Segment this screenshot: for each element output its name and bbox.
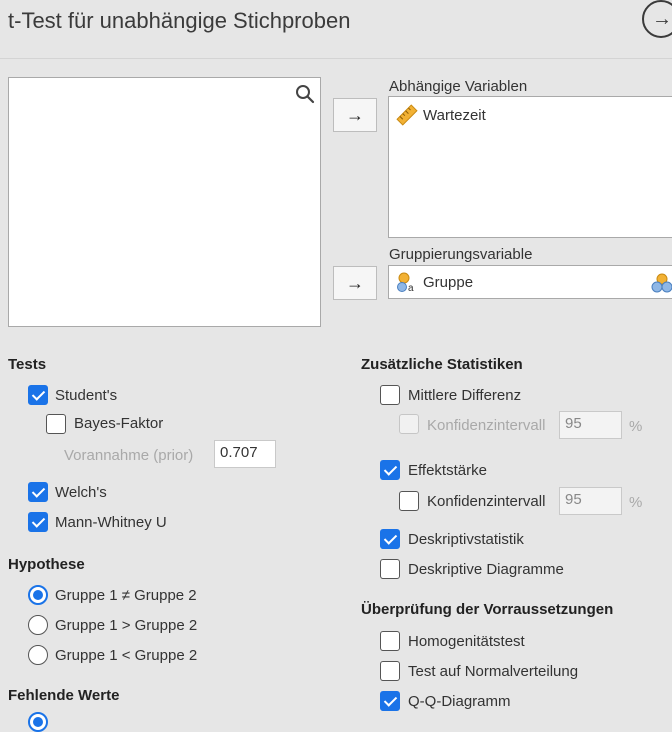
search-icon[interactable] [295,84,315,104]
move-to-grouping-button[interactable]: → [333,266,377,300]
ci-effect-size-unit: % [629,494,643,511]
ci-effect-size-checkbox[interactable] [399,491,419,511]
prior-label: Vorannahme (prior) [64,447,194,464]
arrow-right-icon: → [346,272,364,293]
header-divider [0,58,672,59]
ci-mean-diff-label: Konfidenzintervall [427,417,546,434]
hypothesis-label-lt: Gruppe 1 < Gruppe 2 [55,647,198,664]
mann-whitney-label: Mann-Whitney U [55,514,167,531]
dependent-variables-label: Abhängige Variablen [389,78,528,95]
hypothesis-radio-gt[interactable] [28,615,48,635]
dependent-variables-list[interactable]: Wartezeit [388,96,672,238]
hypothesis-radio-lt[interactable] [28,645,48,665]
welch-label: Welch's [55,484,107,501]
svg-text:a: a [408,283,414,293]
assumptions-heading: Überprüfung der Vorraussetzungen [361,601,614,618]
hypothesis-heading: Hypothese [8,556,85,573]
welch-checkbox[interactable] [28,482,48,502]
normality-label: Test auf Normalverteilung [408,663,579,680]
descriptives-label: Deskriptivstatistik [408,531,524,548]
hypothesis-label-neq: Gruppe 1 ≠ Gruppe 2 [55,587,197,604]
missing-values-radio[interactable] [28,712,48,732]
mann-whitney-checkbox[interactable] [28,512,48,532]
tests-heading: Tests [8,356,47,373]
hypothesis-label-gt: Gruppe 1 > Gruppe 2 [55,617,198,634]
ci-mean-diff-unit: % [629,418,643,435]
ci-mean-diff-input[interactable]: 95 [559,411,622,439]
nominal-variable-icon: a [397,272,414,293]
homogeneity-checkbox[interactable] [380,631,400,651]
ci-effect-size-input[interactable]: 95 [559,487,622,515]
ci-effect-size-label: Konfidenzintervall [427,493,546,510]
effect-size-checkbox[interactable] [380,460,400,480]
descriptive-plots-checkbox[interactable] [380,559,400,579]
nominal-type-icon [651,273,672,293]
grouping-variable-label: Gruppierungsvariable [389,246,533,263]
grouping-variable-field[interactable]: a Gruppe [388,265,672,299]
collapse-arrow-button[interactable]: → [642,0,672,38]
source-variables-list[interactable] [8,77,321,327]
students-checkbox[interactable] [28,385,48,405]
qq-plot-label: Q-Q-Diagramm [408,693,511,710]
additional-stats-heading: Zusätzliche Statistiken [361,356,523,373]
effect-size-label: Effektstärke [408,462,487,479]
descriptive-plots-label: Deskriptive Diagramme [408,561,564,578]
prior-input[interactable]: 0.707 [214,440,276,468]
arrow-right-icon: → [346,104,364,125]
hypothesis-radio-neq[interactable] [28,585,48,605]
bayes-factor-checkbox[interactable] [46,414,66,434]
missing-values-heading: Fehlende Werte [8,687,120,704]
qq-plot-checkbox[interactable] [380,691,400,711]
list-item[interactable]: Wartezeit [423,107,486,124]
bayes-factor-label: Bayes-Faktor [74,415,164,432]
homogeneity-label: Homogenitätstest [408,633,525,650]
descriptives-checkbox[interactable] [380,529,400,549]
arrow-right-icon: → [652,8,672,30]
normality-checkbox[interactable] [380,661,400,681]
students-label: Student's [55,387,118,404]
move-to-dependent-button[interactable]: → [333,98,377,132]
mean-difference-label: Mittlere Differenz [408,387,522,404]
mean-difference-checkbox[interactable] [380,385,400,405]
page-title: t-Test für unabhängige Stichproben [8,8,351,33]
ci-mean-diff-checkbox[interactable] [399,414,419,434]
grouping-item[interactable]: Gruppe [423,274,473,291]
ruler-scale-icon [396,104,418,126]
